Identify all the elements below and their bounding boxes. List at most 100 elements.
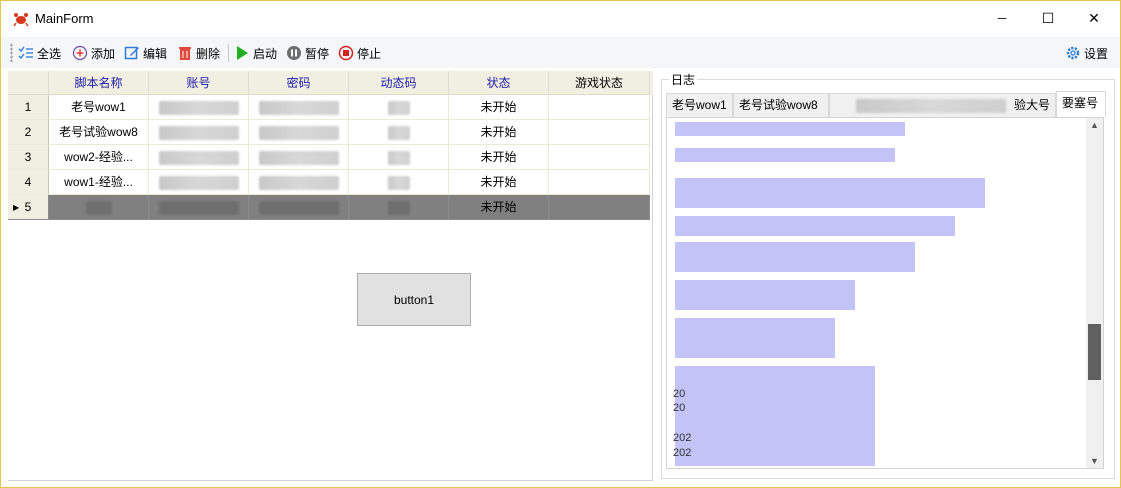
cell-status[interactable]: 未开始 <box>449 195 549 220</box>
redacted-text <box>387 150 410 165</box>
start-button[interactable]: 启动 <box>234 42 277 64</box>
cell-game-status[interactable] <box>549 195 650 220</box>
cell-dynamic-code[interactable] <box>349 170 449 195</box>
redacted-log-block <box>675 242 915 272</box>
tab-old-test-wow8[interactable]: 老号试验wow8 <box>733 93 829 117</box>
toolbar-grip[interactable] <box>10 43 13 62</box>
tab-exp-big[interactable]: 验大号 <box>829 93 1056 117</box>
script-grid[interactable]: 脚本名称 账号 密码 动态码 状态 游戏状态 1 老号wow1 未开始 2 老号… <box>8 71 653 481</box>
cell-dynamic-code[interactable] <box>349 95 449 120</box>
grid-header: 脚本名称 账号 密码 动态码 状态 游戏状态 <box>8 71 653 95</box>
redacted-text <box>158 125 239 140</box>
log-line: 202 <box>673 447 692 459</box>
redacted-text <box>258 100 339 115</box>
redacted-log-block <box>675 148 895 162</box>
scroll-thumb[interactable] <box>1088 324 1101 380</box>
cell-dynamic-code[interactable] <box>349 120 449 145</box>
redacted-text <box>387 125 410 140</box>
column-header-dynamic-code[interactable]: 动态码 <box>349 71 449 95</box>
tab-old-wow1[interactable]: 老号wow1 <box>666 93 733 117</box>
delete-label: 删除 <box>196 46 221 61</box>
cell-password[interactable] <box>249 170 349 195</box>
crab-app-icon <box>13 13 29 27</box>
maximize-button[interactable]: ☐ <box>1025 1 1071 35</box>
plus-circle-icon <box>72 45 88 61</box>
cell-account[interactable] <box>149 145 249 170</box>
table-row[interactable]: 3 wow2-经验... 未开始 <box>8 145 653 170</box>
cell-status[interactable]: 未开始 <box>449 170 549 195</box>
redacted-text <box>387 175 410 190</box>
cell-status[interactable]: 未开始 <box>449 120 549 145</box>
cell-script-name[interactable]: wow2-经验... <box>49 145 149 170</box>
edit-button[interactable]: 编辑 <box>124 42 167 64</box>
cell-password[interactable] <box>249 120 349 145</box>
log-scrollbar[interactable]: ▲ ▼ <box>1086 118 1103 468</box>
cell-dynamic-code[interactable] <box>349 145 449 170</box>
cell-script-name[interactable]: wow1-经验... <box>49 170 149 195</box>
column-header-account[interactable]: 账号 <box>149 71 249 95</box>
redacted-log-block <box>675 366 875 466</box>
table-row[interactable]: 1 老号wow1 未开始 <box>8 95 653 120</box>
redacted-text <box>387 200 410 215</box>
scroll-down-icon[interactable]: ▼ <box>1090 456 1099 466</box>
column-header-script-name[interactable]: 脚本名称 <box>49 71 149 95</box>
row-header[interactable]: ▶ 5 <box>8 195 49 220</box>
log-tabs: 老号wow1 老号试验wow8 验大号 要塞号 <box>666 91 1110 117</box>
cell-password[interactable] <box>249 95 349 120</box>
pause-label: 暂停 <box>305 46 330 61</box>
cell-account[interactable] <box>149 120 249 145</box>
title-bar[interactable]: MainForm ─ ☐ ✕ <box>1 1 1120 37</box>
select-all-label: 全选 <box>37 46 62 61</box>
cell-script-name[interactable] <box>49 195 149 220</box>
grid-corner[interactable] <box>8 71 49 95</box>
redacted-text <box>387 100 410 115</box>
cell-account[interactable] <box>149 195 249 220</box>
column-header-game-status[interactable]: 游戏状态 <box>549 71 650 95</box>
cell-dynamic-code[interactable] <box>349 195 449 220</box>
settings-label: 设置 <box>1084 46 1109 61</box>
table-row-selected[interactable]: ▶ 5 未开始 <box>8 195 653 220</box>
row-header[interactable]: 1 <box>8 95 49 120</box>
pause-button[interactable]: 暂停 <box>286 42 329 64</box>
add-label: 添加 <box>91 46 116 61</box>
cell-status[interactable]: 未开始 <box>449 145 549 170</box>
cell-game-status[interactable] <box>549 95 650 120</box>
stop-button[interactable]: 停止 <box>338 42 381 64</box>
log-textbox[interactable]: 20 20 202 202 ▲ ▼ <box>666 117 1104 469</box>
column-header-status[interactable]: 状态 <box>449 71 549 95</box>
delete-button[interactable]: 删除 <box>177 42 220 64</box>
button1[interactable]: button1 <box>357 273 471 326</box>
cell-password[interactable] <box>249 145 349 170</box>
cell-password[interactable] <box>249 195 349 220</box>
cell-game-status[interactable] <box>549 120 650 145</box>
redacted-text <box>158 200 239 215</box>
scroll-up-icon[interactable]: ▲ <box>1090 120 1099 130</box>
select-all-button[interactable]: 全选 <box>18 42 61 64</box>
stop-label: 停止 <box>357 46 382 61</box>
cell-game-status[interactable] <box>549 170 650 195</box>
cell-script-name[interactable]: 老号wow1 <box>49 95 149 120</box>
cell-account[interactable] <box>149 95 249 120</box>
redacted-log-block <box>675 280 855 310</box>
cell-account[interactable] <box>149 170 249 195</box>
cell-game-status[interactable] <box>549 145 650 170</box>
maximize-icon: ☐ <box>1041 9 1055 26</box>
row-header[interactable]: 3 <box>8 145 49 170</box>
row-header[interactable]: 4 <box>8 170 49 195</box>
tab-fortress[interactable]: 要塞号 <box>1056 91 1106 117</box>
edit-icon <box>124 46 139 60</box>
minimize-button[interactable]: ─ <box>979 1 1025 35</box>
column-header-password[interactable]: 密码 <box>249 71 349 95</box>
row-header[interactable]: 2 <box>8 120 49 145</box>
edit-label: 编辑 <box>143 46 168 61</box>
settings-button[interactable]: 设置 <box>1065 42 1108 64</box>
cell-status[interactable]: 未开始 <box>449 95 549 120</box>
cell-script-name[interactable]: 老号试验wow8 <box>49 120 149 145</box>
redacted-text <box>158 100 239 115</box>
row-pointer-icon: ▶ <box>13 203 20 212</box>
checklist-icon <box>18 46 33 59</box>
table-row[interactable]: 2 老号试验wow8 未开始 <box>8 120 653 145</box>
table-row[interactable]: 4 wow1-经验... 未开始 <box>8 170 653 195</box>
add-button[interactable]: 添加 <box>72 42 115 64</box>
close-button[interactable]: ✕ <box>1071 1 1117 35</box>
